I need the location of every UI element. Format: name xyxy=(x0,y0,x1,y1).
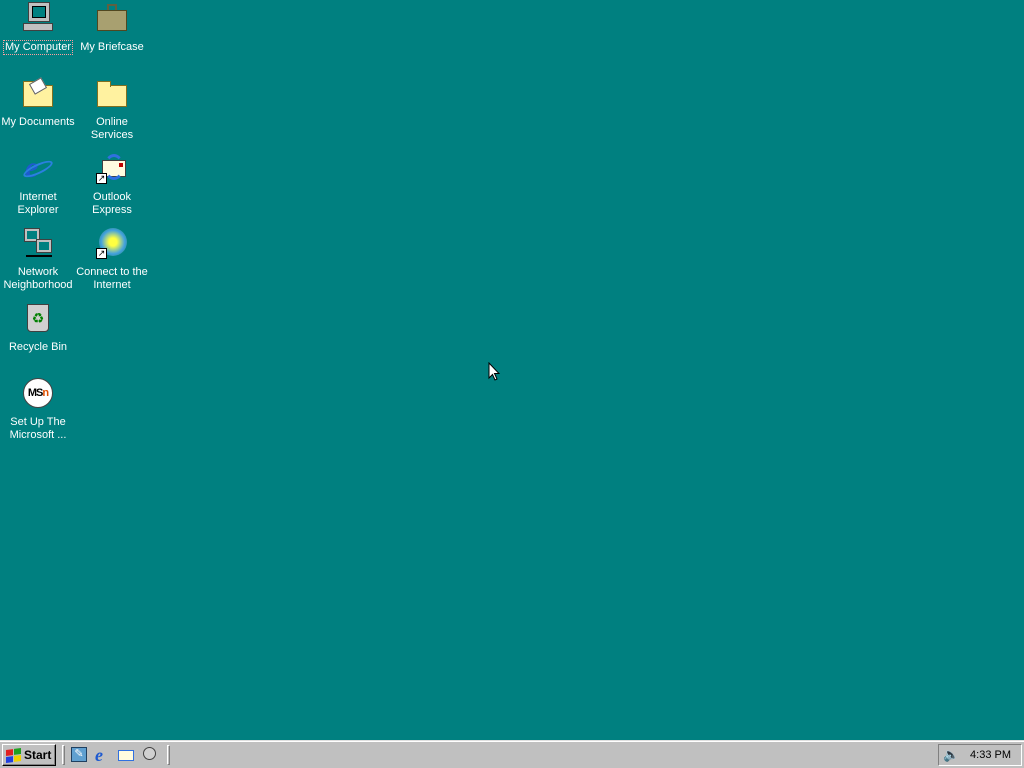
desktop[interactable]: { "desktop":{"icons":[ {"label":"My Comp… xyxy=(0,0,1024,768)
desktop-icon-label: My Briefcase xyxy=(80,41,144,53)
desktop-icon-connect-to-internet[interactable]: ↗ Connect to the Internet xyxy=(74,227,150,292)
mouse-cursor-icon xyxy=(488,362,500,381)
outlook-express-icon: ↗ xyxy=(96,152,128,184)
quick-launch-show-desktop[interactable]: ✎ xyxy=(71,747,89,763)
documents-folder-icon xyxy=(22,77,54,109)
recycle-bin-icon: ♻ xyxy=(22,302,54,334)
desktop-icon-online-services[interactable]: Online Services xyxy=(74,77,150,142)
quick-launch-outlook-express[interactable] xyxy=(118,747,136,763)
connection-wizard-icon: ↗ xyxy=(96,227,128,259)
desktop-icon-setup-msn[interactable]: MSn Set Up The Microsoft ... xyxy=(0,377,76,442)
start-button[interactable]: Start xyxy=(2,744,56,766)
folder-icon xyxy=(96,77,128,109)
desktop-icon-label: Recycle Bin xyxy=(8,341,68,353)
internet-explorer-icon: e xyxy=(95,745,103,765)
msn-icon: MSn xyxy=(22,377,54,409)
desktop-icon-label: Internet Explorer xyxy=(17,191,59,216)
desktop-icon-my-briefcase[interactable]: My Briefcase xyxy=(74,2,150,54)
desktop-icon-my-computer[interactable]: My Computer xyxy=(0,2,76,55)
desktop-icon-my-documents[interactable]: My Documents xyxy=(0,77,76,129)
desktop-icon-network-neighborhood[interactable]: Network Neighborhood xyxy=(0,227,76,292)
show-desktop-icon: ✎ xyxy=(71,747,87,762)
system-tray: 🔈 4:33 PM xyxy=(938,744,1022,766)
network-icon xyxy=(22,227,54,259)
desktop-icon-internet-explorer[interactable]: e Internet Explorer xyxy=(0,152,76,217)
internet-explorer-icon: e xyxy=(21,152,55,184)
toolbar-grip[interactable] xyxy=(167,745,170,765)
quick-launch-channels[interactable] xyxy=(141,747,159,763)
channels-dish-icon xyxy=(143,747,156,760)
desktop-icon-label: Network Neighborhood xyxy=(3,266,73,291)
clock[interactable]: 4:33 PM xyxy=(970,749,1011,761)
desktop-icon-label: My Computer xyxy=(2,40,74,55)
start-label: Start xyxy=(24,748,52,762)
computer-icon xyxy=(22,2,54,34)
desktop-icon-label: Outlook Express xyxy=(92,191,132,216)
volume-speaker-icon[interactable]: 🔈 xyxy=(943,747,959,763)
desktop-icon-label: Set Up The Microsoft ... xyxy=(9,416,67,441)
desktop-icon-recycle-bin[interactable]: ♻ Recycle Bin xyxy=(0,302,76,354)
desktop-icon-label: My Documents xyxy=(1,116,75,128)
desktop-icon-label: Connect to the Internet xyxy=(76,266,148,291)
briefcase-icon xyxy=(96,2,128,34)
quick-launch-internet-explorer[interactable]: e xyxy=(95,745,113,765)
taskbar: Start ✎ e 🔈 4:33 PM xyxy=(0,740,1024,768)
desktop-icon-label: Online Services xyxy=(90,116,134,141)
toolbar-grip[interactable] xyxy=(62,745,65,765)
outlook-express-icon xyxy=(118,750,134,761)
windows-logo-icon xyxy=(6,747,21,763)
desktop-icon-outlook-express[interactable]: ↗ Outlook Express xyxy=(74,152,150,217)
